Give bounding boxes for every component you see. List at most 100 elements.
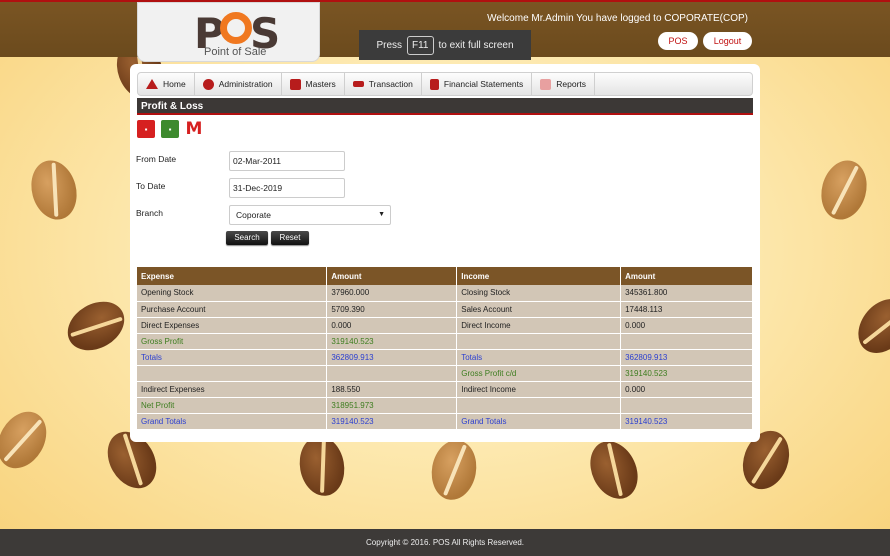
reset-button[interactable]: Reset	[271, 231, 309, 245]
nav-label: Administration	[218, 79, 273, 89]
expense-cell: Purchase Account	[137, 301, 328, 318]
main-nav: Home Administration Masters Transaction …	[137, 72, 753, 96]
pdf-export-icon[interactable]: ▪	[137, 120, 155, 138]
column-header: Amount	[326, 267, 458, 285]
column-header: Expense	[137, 267, 328, 285]
logo-subtitle: Point of Sale	[204, 46, 267, 58]
to-date-input[interactable]: 31-Dec-2019	[229, 178, 345, 198]
expense-amount-cell: 188.550	[326, 381, 458, 398]
bean-decoration	[24, 155, 84, 225]
expense-cell: Direct Expenses	[137, 317, 328, 334]
expense-amount-cell: 319140.523	[326, 413, 458, 430]
to-date-label: To Date	[136, 181, 166, 191]
top-header: P S Point of Sale Press F11 to exit full…	[0, 0, 890, 62]
income-cell: Grand Totals	[456, 413, 622, 430]
nav-item-reports[interactable]: Reports	[532, 73, 596, 95]
profit-loss-table: Expense Amount Income Amount Opening Sto…	[137, 267, 753, 430]
income-amount-cell	[620, 397, 753, 414]
bean-decoration	[427, 436, 481, 504]
shield-icon	[289, 78, 301, 90]
table-row: Direct Expenses 0.000 Direct Income 0.00…	[137, 317, 753, 334]
fullscreen-press-text: Press	[376, 39, 402, 51]
search-button[interactable]: Search	[226, 231, 268, 245]
income-cell: Closing Stock	[456, 285, 622, 302]
pos-logo: P S Point of Sale	[137, 2, 320, 62]
page-title: Profit & Loss	[137, 98, 753, 115]
income-cell: Gross Profit c/d	[456, 365, 622, 382]
nav-item-masters[interactable]: Masters	[282, 73, 345, 95]
expense-amount-cell: 319140.523	[326, 333, 458, 350]
table-row: Net Profit 318951.973	[137, 397, 753, 414]
nav-label: Transaction	[368, 79, 413, 89]
gmail-export-icon[interactable]: M	[185, 119, 203, 139]
branch-label: Branch	[136, 208, 163, 218]
logout-button[interactable]: Logout	[703, 32, 752, 50]
table-row: Gross Profit 319140.523	[137, 333, 753, 350]
expense-amount-cell: 0.000	[326, 317, 458, 334]
welcome-message: Welcome Mr.Admin You have logged to COPO…	[487, 13, 748, 24]
from-date-label: From Date	[136, 154, 177, 164]
home-icon	[146, 79, 158, 89]
income-cell	[456, 397, 622, 414]
nav-item-transaction[interactable]: Transaction	[345, 73, 422, 95]
expense-cell: Net Profit	[137, 397, 328, 414]
income-amount-cell: 362809.913	[620, 349, 753, 366]
report-icon	[540, 78, 552, 90]
chevron-down-icon: ▼	[378, 211, 385, 218]
table-header-row: Expense Amount Income Amount	[137, 267, 753, 285]
income-amount-cell: 319140.523	[620, 413, 753, 430]
nav-item-financial-statements[interactable]: Financial Statements	[422, 73, 533, 95]
expense-cell: Opening Stock	[137, 285, 328, 302]
expense-cell: Grand Totals	[137, 413, 328, 430]
pos-button[interactable]: POS	[658, 32, 698, 50]
fullscreen-suffix-text: to exit full screen	[438, 39, 514, 51]
income-cell	[456, 333, 622, 350]
nav-item-administration[interactable]: Administration	[195, 73, 282, 95]
expense-cell: Indirect Expenses	[137, 381, 328, 398]
nav-label: Financial Statements	[443, 79, 524, 89]
expense-cell: Gross Profit	[137, 333, 328, 350]
car-icon	[352, 81, 364, 87]
income-amount-cell: 319140.523	[620, 365, 753, 382]
from-date-input[interactable]: 02-Mar-2011	[229, 151, 345, 171]
excel-export-icon[interactable]: ▪	[161, 120, 179, 138]
table-row: Totals 362809.913 Totals 362809.913	[137, 349, 753, 366]
column-header: Income	[456, 267, 622, 285]
table-row: Purchase Account 5709.390 Sales Account …	[137, 301, 753, 318]
fullscreen-notice: Press F11 to exit full screen	[359, 30, 531, 60]
expense-cell: Totals	[137, 349, 328, 366]
export-toolbar: ▪ ▪ M	[137, 119, 203, 139]
nav-label: Home	[163, 79, 186, 89]
income-cell: Sales Account	[456, 301, 622, 318]
table-row: Gross Profit c/d 319140.523	[137, 365, 753, 382]
nav-item-home[interactable]: Home	[138, 73, 195, 95]
income-cell: Totals	[456, 349, 622, 366]
table-row: Opening Stock 37960.000 Closing Stock 34…	[137, 285, 753, 302]
income-amount-cell: 345361.800	[620, 285, 753, 302]
expense-amount-cell: 5709.390	[326, 301, 458, 318]
fullscreen-key: F11	[407, 35, 434, 55]
bean-decoration	[59, 291, 133, 361]
branch-select[interactable]: Coporate ▼	[229, 205, 391, 225]
expense-amount-cell: 37960.000	[326, 285, 458, 302]
income-cell: Indirect Income	[456, 381, 622, 398]
logo-letter-o	[220, 12, 252, 44]
bean-decoration	[295, 432, 349, 500]
expense-amount-cell: 318951.973	[326, 397, 458, 414]
nav-label: Reports	[556, 79, 587, 89]
table-row: Indirect Expenses 188.550 Indirect Incom…	[137, 381, 753, 398]
expense-amount-cell: 362809.913	[326, 349, 458, 366]
income-cell: Direct Income	[456, 317, 622, 334]
bean-decoration	[0, 403, 57, 477]
expense-cell	[137, 365, 328, 382]
main-panel: Home Administration Masters Transaction …	[130, 64, 760, 442]
income-amount-cell: 0.000	[620, 381, 753, 398]
table-row: Grand Totals 319140.523 Grand Totals 319…	[137, 413, 753, 430]
page-footer: Copyright © 2016. POS All Rights Reserve…	[0, 529, 890, 556]
bean-decoration	[847, 288, 890, 364]
user-icon	[202, 78, 214, 90]
bean-decoration	[814, 155, 874, 225]
income-amount-cell: 17448.113	[620, 301, 753, 318]
income-amount-cell: 0.000	[620, 317, 753, 334]
bean-decoration	[581, 433, 647, 507]
